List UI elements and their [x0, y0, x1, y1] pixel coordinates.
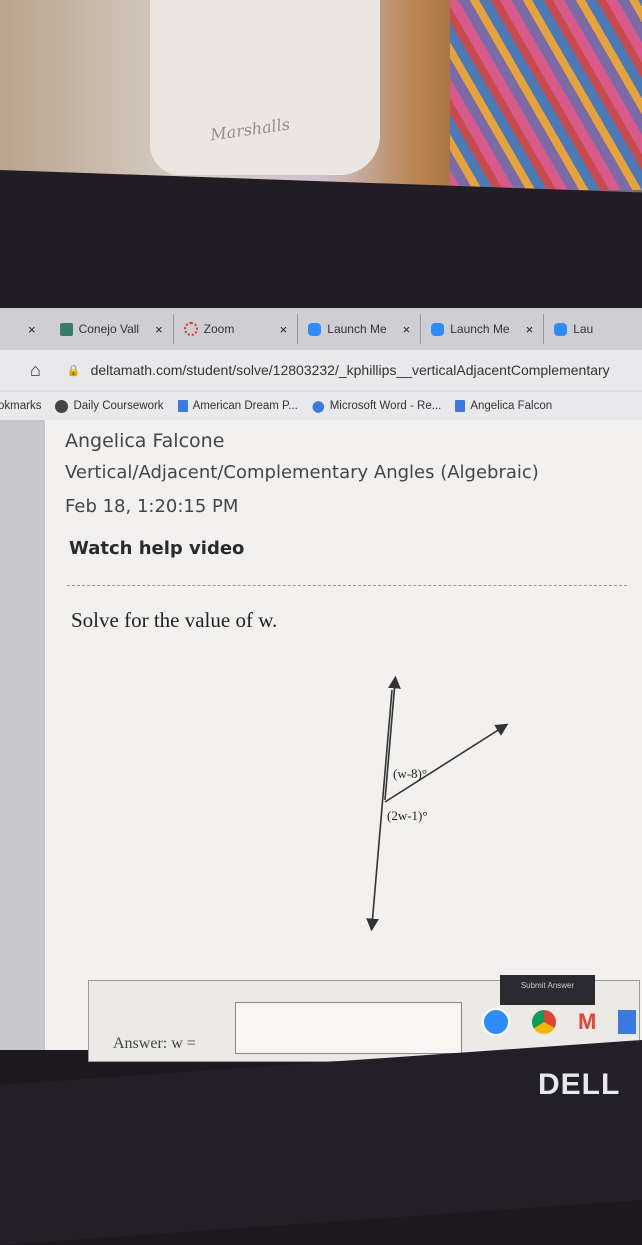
divider: [67, 585, 627, 586]
tab-bar: × Conejo Vall × Zoom × Launch Me × Launc…: [0, 308, 642, 350]
tab-launch-meeting[interactable]: Launch Me ×: [298, 314, 422, 344]
angle-label-bottom: (2w-1)°: [387, 808, 428, 823]
chrome-icon[interactable]: [532, 1010, 556, 1034]
lock-icon: 🔒: [66, 364, 81, 377]
close-tab-icon[interactable]: ×: [28, 322, 36, 337]
answer-input[interactable]: [235, 1002, 462, 1054]
tab-conejo[interactable]: Conejo Vall ×: [50, 314, 174, 344]
zoom-video-icon: [554, 322, 568, 336]
problem-page: Angelica Falcone Vertical/Adjacent/Compl…: [45, 420, 642, 1062]
close-tab-icon[interactable]: ×: [155, 322, 163, 337]
bookmarks-label: okmarks: [0, 400, 42, 412]
shopping-bag: [150, 0, 380, 175]
angle-label-top: (w-8)°: [393, 766, 428, 781]
bookmark-daily-coursework[interactable]: Daily Coursework: [55, 399, 164, 413]
gmail-icon[interactable]: M: [578, 1009, 596, 1035]
bookmark-american-dream[interactable]: American Dream P...: [177, 400, 298, 412]
url-field[interactable]: deltamath.com/student/solve/12803232/_kp…: [91, 362, 610, 378]
close-tab-icon[interactable]: ×: [403, 322, 411, 337]
problem-prompt: Solve for the value of w.: [71, 608, 278, 632]
angle-diagram: (w-8)° (2w-1)°: [345, 670, 525, 945]
home-icon[interactable]: ⌂: [30, 360, 41, 381]
bookmarks-bar: okmarks Daily Coursework American Dream …: [0, 392, 642, 420]
close-tab-icon[interactable]: ×: [280, 322, 288, 337]
vertical-line: [384, 675, 401, 801]
dock: M: [482, 1008, 637, 1036]
tab-zoom[interactable]: Zoom ×: [174, 314, 299, 344]
tab-launch-meeting[interactable]: Launch Me ×: [421, 314, 545, 344]
close-tab-icon[interactable]: ×: [526, 322, 534, 337]
map-pin-icon: ⬤: [311, 401, 325, 413]
watch-help-video-link[interactable]: Watch help video: [69, 538, 244, 559]
doc-icon: [177, 400, 188, 412]
zoom-video-icon: [431, 322, 445, 336]
dell-logo: DELL: [538, 1068, 621, 1101]
zoom-video-icon: [308, 322, 322, 336]
student-name: Angelica Falcone: [65, 430, 225, 452]
browser-window: × Conejo Vall × Zoom × Launch Me × Launc…: [0, 308, 642, 1062]
docs-icon[interactable]: [618, 1010, 637, 1034]
page-gutter: [0, 420, 45, 1050]
doc-icon: [455, 400, 466, 412]
assignment-title: Vertical/Adjacent/Complementary Angles (…: [65, 462, 539, 483]
bookmark-angelica[interactable]: Angelica Falcon: [455, 400, 552, 412]
submit-answer-button[interactable]: Submit Answer: [500, 975, 595, 1005]
zoom-loading-icon: [183, 322, 198, 336]
address-bar: ⌂ 🔒 deltamath.com/student/solve/12803232…: [0, 350, 642, 390]
answer-label: Answer: w =: [113, 1035, 196, 1052]
tab-launch-meeting[interactable]: Lau: [544, 314, 603, 344]
bookmark-microsoft-word[interactable]: ⬤ Microsoft Word - Re...: [312, 399, 442, 413]
globe-icon: [55, 399, 69, 413]
school-icon: [59, 322, 73, 336]
bookshelf: [450, 0, 642, 190]
timestamp: Feb 18, 1:20:15 PM: [65, 496, 239, 517]
ray: [384, 723, 509, 803]
zoom-app-icon[interactable]: [482, 1008, 510, 1036]
